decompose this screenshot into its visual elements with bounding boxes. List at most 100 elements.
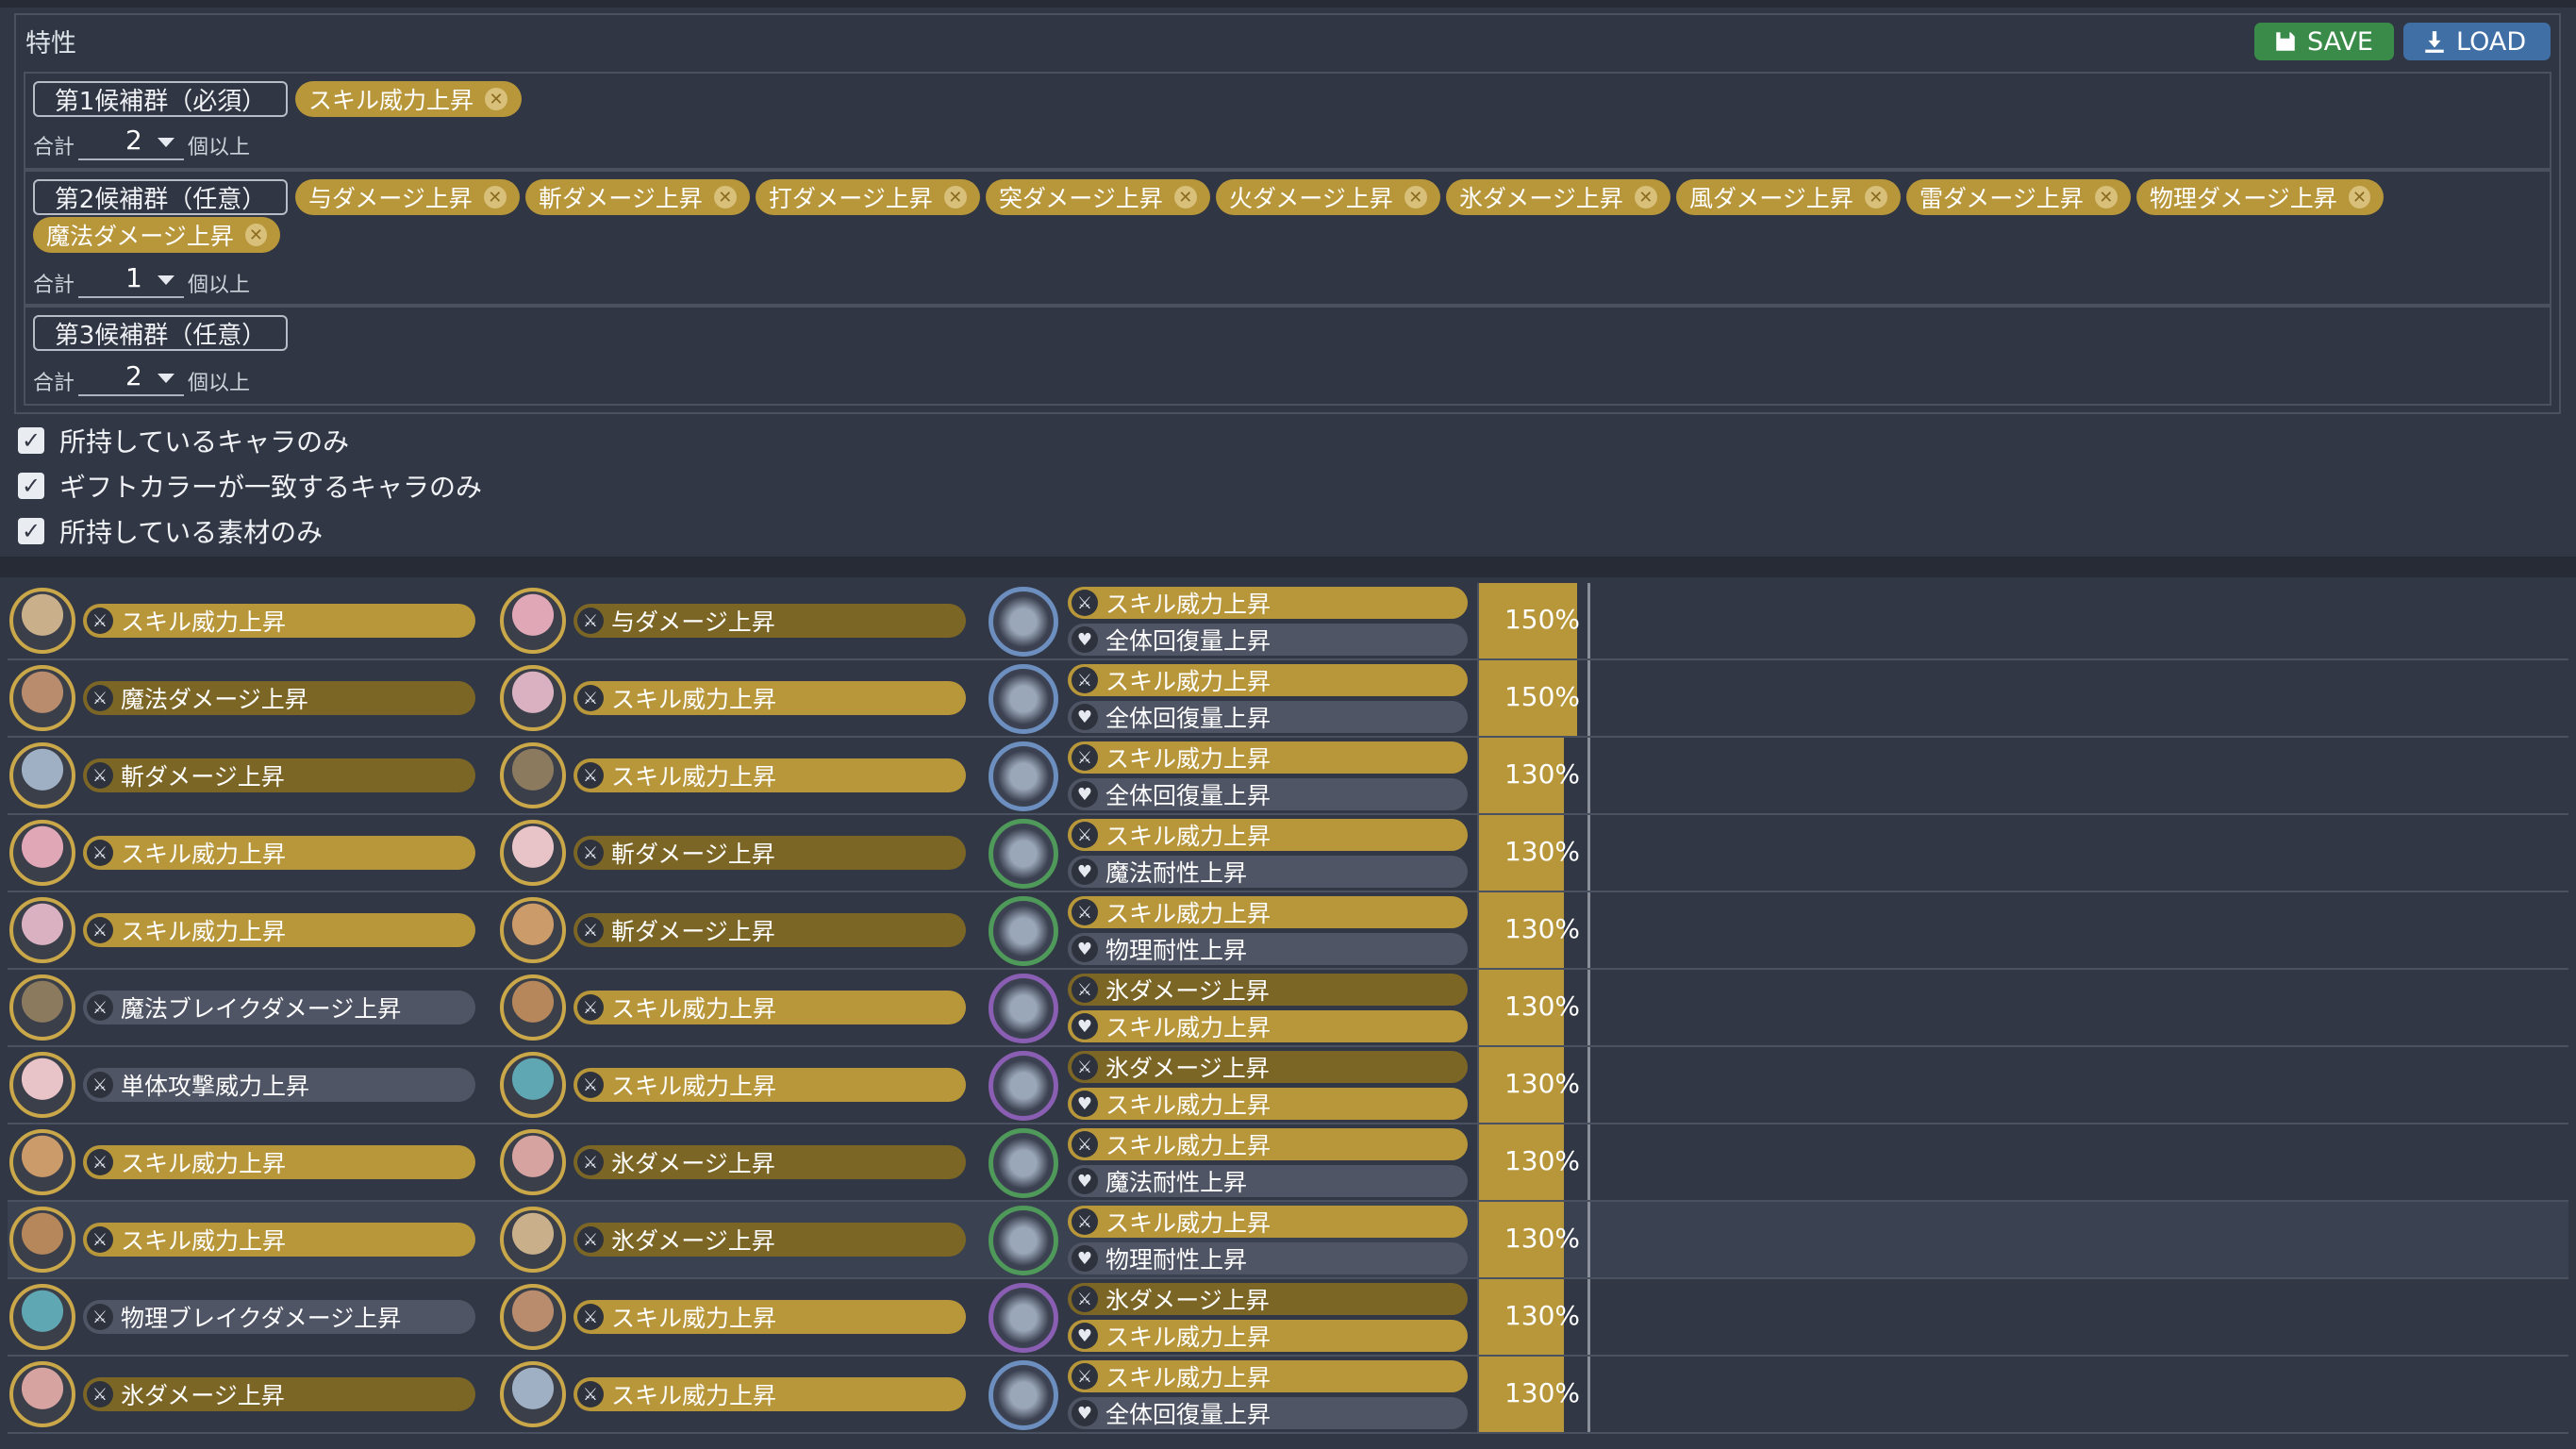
sword-icon: ⚔: [577, 1304, 604, 1330]
close-icon[interactable]: ✕: [2094, 186, 2118, 208]
trait-bar: ⚔ スキル威力上昇: [83, 836, 475, 870]
trait-label: スキル威力上昇: [121, 1227, 287, 1255]
material-trait: ♥ 全体回復量上昇: [1068, 624, 1468, 656]
character-avatar: [9, 665, 75, 731]
table-row: ⚔ スキル威力上昇 ⚔ 斬ダメージ上昇 ⚔ スキル威力上昇 ♥ 魔法耐性上昇 130%: [8, 815, 2568, 892]
heart-icon: ♥: [1072, 781, 1098, 808]
load-button[interactable]: LOAD: [2403, 23, 2551, 60]
trait-label: スキル威力上昇: [121, 918, 287, 945]
material-trait-label: 魔法耐性上昇: [1105, 1169, 1248, 1196]
character-avatar: [500, 588, 566, 654]
close-icon[interactable]: ✕: [1404, 186, 1427, 208]
trait-bar: ⚔ 与ダメージ上昇: [573, 604, 966, 638]
ratio-value: 130%: [1504, 913, 1580, 944]
chip-label: 与ダメージ上昇: [308, 185, 473, 212]
ratio-value: 130%: [1504, 1300, 1580, 1331]
material-trait: ⚔ スキル威力上昇: [1068, 819, 1468, 851]
character-avatar: [9, 974, 75, 1041]
table-row: ⚔ スキル威力上昇 ⚔ 与ダメージ上昇 ⚔ スキル威力上昇 ♥ 全体回復量上昇 150%: [8, 583, 2568, 660]
count-control: 合計 2 個以上: [33, 125, 250, 160]
sword-icon: ⚔: [577, 1381, 604, 1407]
count-value: 2: [125, 125, 142, 156]
sword-icon: ⚔: [87, 1149, 113, 1175]
material-icon: [989, 1360, 1058, 1430]
sword-icon: ⚔: [577, 1226, 604, 1253]
chip-label: 物理ダメージ上昇: [2150, 185, 2337, 212]
material-trait-label: スキル威力上昇: [1105, 1014, 1271, 1041]
count-select[interactable]: 2: [78, 360, 185, 396]
material-trait-label: 魔法耐性上昇: [1105, 859, 1248, 887]
sword-icon: ⚔: [87, 994, 113, 1021]
sword-icon: ⚔: [1072, 590, 1098, 616]
gift-color-checkbox[interactable]: ✓ ギフトカラーが一致するキャラのみ: [18, 467, 482, 505]
sword-icon: ⚔: [87, 1304, 113, 1330]
chip-label: 雷ダメージ上昇: [1920, 185, 2084, 212]
close-icon[interactable]: ✕: [1173, 186, 1197, 208]
save-button[interactable]: SAVE: [2254, 23, 2394, 60]
heart-icon: ♥: [1072, 858, 1098, 885]
ratio-value: 130%: [1504, 836, 1580, 867]
owned-materials-checkbox[interactable]: ✓ 所持している素材のみ: [18, 512, 323, 550]
checkbox-label: ギフトカラーが一致するキャラのみ: [59, 472, 483, 503]
count-control: 合計 1 個以上: [33, 262, 250, 298]
sword-icon: ⚔: [1072, 1208, 1098, 1235]
character-avatar: [9, 1207, 75, 1273]
material-trait-label: スキル威力上昇: [1105, 1091, 1271, 1119]
close-icon[interactable]: ✕: [244, 224, 267, 246]
sword-icon: ⚔: [87, 685, 113, 711]
count-prefix: 合計: [33, 136, 75, 159]
candidate-group-2: 第2候補群（任意） 与ダメージ上昇 ✕ 斬ダメージ上昇 ✕ 打ダメージ上昇 ✕ 突ダメ…: [24, 170, 2551, 306]
close-icon[interactable]: ✕: [483, 186, 507, 208]
trait-label: スキル威力上昇: [121, 608, 287, 636]
close-icon[interactable]: ✕: [1634, 186, 1657, 208]
trait-bar: ⚔ スキル威力上昇: [573, 1300, 966, 1334]
chip: 突ダメージ上昇 ✕: [986, 179, 1210, 215]
ratio-value: 130%: [1504, 758, 1580, 790]
trait-bar: ⚔ スキル威力上昇: [573, 1068, 966, 1102]
trait-bar: ⚔ スキル威力上昇: [573, 681, 966, 715]
heart-icon: ♥: [1072, 1168, 1098, 1194]
chip-label: 打ダメージ上昇: [769, 185, 933, 212]
material-trait: ⚔ 氷ダメージ上昇: [1068, 1051, 1468, 1083]
trait-bar: ⚔ スキル威力上昇: [83, 913, 475, 947]
trait-bar: ⚔ スキル威力上昇: [83, 1145, 475, 1179]
character-avatar: [500, 1129, 566, 1195]
character-avatar: [9, 1361, 75, 1427]
material-trait: ⚔ スキル威力上昇: [1068, 587, 1468, 619]
count-control: 合計 2 個以上: [33, 360, 250, 396]
material-trait: ⚔ 氷ダメージ上昇: [1068, 974, 1468, 1006]
ratio-value: 150%: [1504, 681, 1580, 712]
close-icon[interactable]: ✕: [485, 88, 508, 110]
trait-bar: ⚔ スキル威力上昇: [573, 991, 966, 1024]
material-trait-label: スキル威力上昇: [1105, 823, 1271, 850]
material-trait: ⚔ スキル威力上昇: [1068, 1128, 1468, 1160]
close-icon[interactable]: ✕: [1864, 186, 1887, 208]
trait-bar: ⚔ 氷ダメージ上昇: [573, 1145, 966, 1179]
trait-bar: ⚔ 氷ダメージ上昇: [83, 1377, 475, 1411]
chip-label: 火ダメージ上昇: [1229, 185, 1393, 212]
chip-label: 斬ダメージ上昇: [539, 185, 703, 212]
chip: スキル威力上昇 ✕: [295, 81, 522, 117]
material-trait-label: スキル威力上昇: [1105, 745, 1271, 773]
close-icon[interactable]: ✕: [713, 186, 737, 208]
power-ratio: 130%: [1477, 892, 1590, 968]
count-select[interactable]: 2: [78, 125, 185, 160]
trait-label: 斬ダメージ上昇: [611, 841, 775, 868]
owned-characters-checkbox[interactable]: ✓ 所持しているキャラのみ: [18, 422, 349, 459]
material-trait: ⚔ スキル威力上昇: [1068, 1360, 1468, 1392]
close-icon[interactable]: ✕: [943, 186, 967, 208]
panel-title: 特性: [25, 29, 76, 58]
chip: 斬ダメージ上昇 ✕: [525, 179, 750, 215]
character-avatar: [500, 1284, 566, 1350]
trait-bar: ⚔ 物理ブレイクダメージ上昇: [83, 1300, 475, 1334]
count-select[interactable]: 1: [78, 262, 185, 298]
material-trait: ♥ 全体回復量上昇: [1068, 1397, 1468, 1429]
table-row: ⚔ 氷ダメージ上昇 ⚔ スキル威力上昇 ⚔ スキル威力上昇 ♥ 全体回復量上昇 130%: [8, 1357, 2568, 1434]
sword-icon: ⚔: [1072, 667, 1098, 693]
sword-icon: ⚔: [577, 608, 604, 634]
trait-bar: ⚔ 魔法ダメージ上昇: [83, 681, 475, 715]
table-row: ⚔ スキル威力上昇 ⚔ 氷ダメージ上昇 ⚔ スキル威力上昇 ♥ 魔法耐性上昇 130%: [8, 1124, 2568, 1202]
power-ratio: 130%: [1477, 970, 1590, 1045]
table-row: ⚔ 斬ダメージ上昇 ⚔ スキル威力上昇 ⚔ スキル威力上昇 ♥ 全体回復量上昇 130%: [8, 738, 2568, 815]
close-icon[interactable]: ✕: [2348, 186, 2370, 208]
